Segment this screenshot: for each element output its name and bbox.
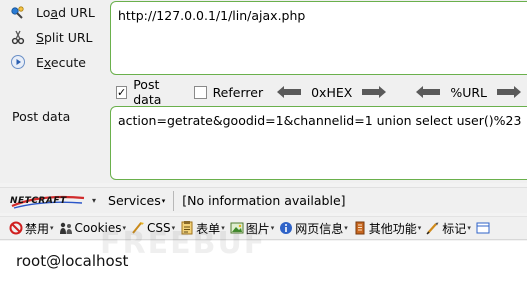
split-url-button[interactable]: Split URL xyxy=(10,27,93,47)
more-tools-button[interactable] xyxy=(476,221,492,235)
miscellaneous-label: 其他功能 xyxy=(368,221,417,236)
hackbar-panel: Load URL Split URL Execute http://127.0.… xyxy=(0,0,527,183)
post-data-label: Post data xyxy=(12,109,71,124)
netcraft-toolbar: NETCRAFT ▾ Services ▾ [No information av… xyxy=(0,187,527,213)
post-data-checkbox-label: Post data xyxy=(133,77,162,107)
chevron-down-icon: ▾ xyxy=(344,224,348,232)
referrer-checkbox[interactable]: Referrer xyxy=(193,84,264,100)
post-data-textarea[interactable]: action=getrate&goodid=1&channelid=1 unio… xyxy=(110,106,527,180)
split-url-accelerator: S xyxy=(36,29,44,45)
services-label: Services xyxy=(108,193,161,208)
information-label: 网页信息 xyxy=(295,221,344,236)
hex-encode-button[interactable] xyxy=(362,86,387,98)
execute-label-start: E xyxy=(36,54,44,70)
post-data-checkbox[interactable]: ✓ Post data xyxy=(116,77,180,107)
load-url-icon xyxy=(10,4,26,20)
outline-label: 标记 xyxy=(442,221,467,236)
netcraft-menu-caret-icon[interactable]: ▾ xyxy=(92,196,96,205)
execute-accelerator: x xyxy=(43,54,51,70)
outline-icon xyxy=(426,221,440,235)
load-url-label-start: Lo xyxy=(36,4,51,20)
disable-menu[interactable]: 禁用 ▾ xyxy=(9,220,54,237)
hackbar-options-row: ✓ Post data Referrer 0xHEX %URL xyxy=(116,77,527,107)
disable-label: 禁用 xyxy=(25,221,50,236)
post-data-value: action=getrate&goodid=1&channelid=1 unio… xyxy=(118,113,522,128)
right-arrow-icon xyxy=(362,86,387,98)
execute-label-end: ecute xyxy=(50,54,86,70)
scissors-icon xyxy=(10,29,26,45)
chevron-down-icon: ▾ xyxy=(467,224,471,232)
right-arrow-icon xyxy=(497,86,521,98)
chevron-down-icon: ▾ xyxy=(417,224,422,232)
execute-button[interactable]: Execute xyxy=(10,52,86,72)
chevron-down-icon: ▾ xyxy=(50,224,54,232)
miscellaneous-menu[interactable]: 其他功能 ▾ xyxy=(353,220,422,237)
play-icon xyxy=(10,54,26,70)
split-url-label-end: plit URL xyxy=(43,29,93,45)
resize-icon xyxy=(476,221,490,235)
services-menu[interactable]: Services ▾ xyxy=(108,193,165,208)
url-encode-button[interactable] xyxy=(497,86,521,98)
load-url-accelerator: a xyxy=(50,4,59,20)
url-textarea[interactable]: http://127.0.0.1/1/lin/ajax.php xyxy=(110,1,527,75)
left-arrow-icon xyxy=(277,86,302,98)
disable-icon xyxy=(9,221,23,235)
outline-menu[interactable]: 标记 ▾ xyxy=(426,220,471,237)
site-info-text: [No information available] xyxy=(182,193,346,208)
hex-decode-button[interactable] xyxy=(277,86,302,98)
chevron-down-icon: ▾ xyxy=(161,196,166,205)
miscellaneous-icon xyxy=(353,221,367,235)
toolbar-divider xyxy=(173,190,175,211)
referrer-checkbox-label: Referrer xyxy=(212,84,264,100)
url-encode-label: %URL xyxy=(450,84,487,100)
cookies-icon xyxy=(59,221,73,235)
load-url-label-end: d URL xyxy=(58,4,95,20)
chevron-down-icon: ▾ xyxy=(270,224,275,232)
hex-label: 0xHEX xyxy=(311,84,353,100)
checkbox-unchecked-icon xyxy=(193,85,207,99)
checkbox-checked-icon: ✓ xyxy=(116,85,128,99)
netcraft-logo[interactable]: NETCRAFT xyxy=(10,192,86,210)
url-value: http://127.0.0.1/1/lin/ajax.php xyxy=(118,8,306,23)
information-menu[interactable]: 网页信息 ▾ xyxy=(279,220,348,237)
information-icon xyxy=(279,221,293,235)
watermark-text: FREEBUF xyxy=(100,226,267,261)
netcraft-logo-text: NETCRAFT xyxy=(10,195,67,206)
left-arrow-icon xyxy=(416,86,441,98)
load-url-button[interactable]: Load URL xyxy=(10,2,95,22)
url-decode-button[interactable] xyxy=(416,86,441,98)
